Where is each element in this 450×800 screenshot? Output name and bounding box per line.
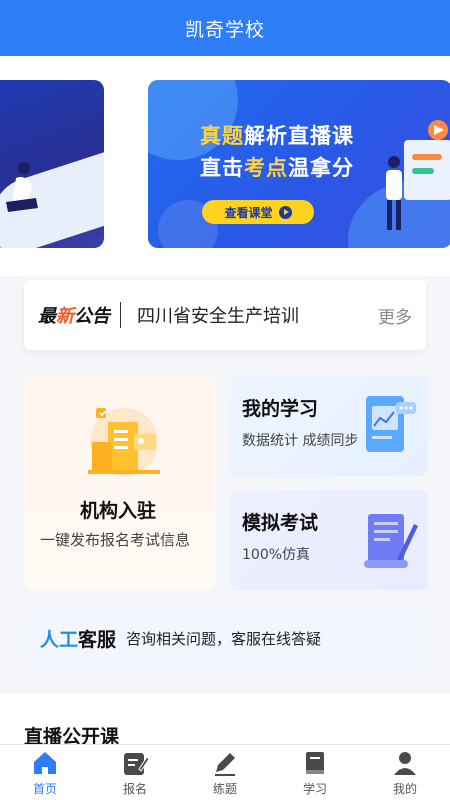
tab-label: 首页 [32, 782, 57, 796]
banner-title: 真题解析直播课 [200, 124, 354, 148]
tab-label: 报名 [122, 782, 147, 796]
mock-exam-subtitle: 100%仿真 [242, 547, 311, 563]
reading-person-illustration [6, 162, 38, 212]
banner-slide-live-course[interactable]: 真题解析直播课 直击考点温拿分 查看课堂 [148, 80, 450, 248]
customer-service-text: 咨询相关问题，客服在线答疑 [126, 629, 322, 648]
announcement-bar[interactable]: 最新公告 四川省安全生产培训 更多 [24, 280, 426, 350]
study-chart-icon [366, 396, 416, 452]
tab-label: 我的 [392, 782, 417, 796]
tab-label: 学习 [302, 782, 327, 796]
customer-service-bar[interactable]: 人工客服 咨询相关问题，客服在线答疑 [24, 604, 426, 672]
announcement-tag: 最新公告 [38, 306, 110, 327]
building-icon [88, 408, 160, 476]
tab-register[interactable]: 报名 [90, 745, 180, 800]
tab-practice[interactable]: 练题 [180, 745, 270, 800]
home-icon [34, 752, 56, 774]
more-link[interactable]: 更多 [378, 303, 412, 328]
tab-label: 练题 [212, 782, 237, 796]
tab-study[interactable]: 学习 [270, 745, 360, 800]
banner-slide-previous[interactable] [0, 80, 104, 248]
play-icon [278, 205, 292, 219]
edit-form-icon [124, 753, 149, 775]
tab-profile[interactable]: 我的 [360, 745, 450, 800]
exam-paper-icon [364, 514, 418, 568]
banner-carousel[interactable]: 真题解析直播课 直击考点温拿分 查看课堂 [0, 56, 450, 276]
customer-service-tag: 人工客服 [40, 628, 117, 651]
my-study-card[interactable]: 我的学习 数据统计 成绩同步 [230, 376, 428, 476]
institution-card-subtitle: 一键发布报名考试信息 [40, 531, 191, 549]
mock-exam-title: 模拟考试 [242, 512, 319, 534]
banner-subtitle: 直击考点温拿分 [200, 156, 354, 180]
pencil-icon [215, 753, 235, 776]
institution-card-title: 机构入驻 [80, 500, 157, 522]
page-title: 凯奇学校 [184, 18, 265, 41]
app-header: 凯奇学校 [0, 0, 450, 56]
divider [120, 302, 121, 328]
mock-exam-card[interactable]: 模拟考试 100%仿真 [230, 490, 428, 590]
tab-home[interactable]: 首页 [0, 745, 90, 800]
view-classroom-button[interactable]: 查看课堂 [202, 200, 314, 224]
book-icon [306, 752, 324, 774]
my-study-subtitle: 数据统计 成绩同步 [242, 433, 359, 449]
user-icon [394, 752, 416, 775]
announcement-text[interactable]: 四川省安全生产培训 [137, 302, 378, 328]
institution-join-card[interactable]: 机构入驻 一键发布报名考试信息 [24, 376, 216, 590]
bottom-tab-bar: 首页 报名 练题 学习 我的 [0, 744, 450, 800]
teacher-board-illustration [386, 120, 450, 230]
my-study-title: 我的学习 [242, 398, 319, 420]
